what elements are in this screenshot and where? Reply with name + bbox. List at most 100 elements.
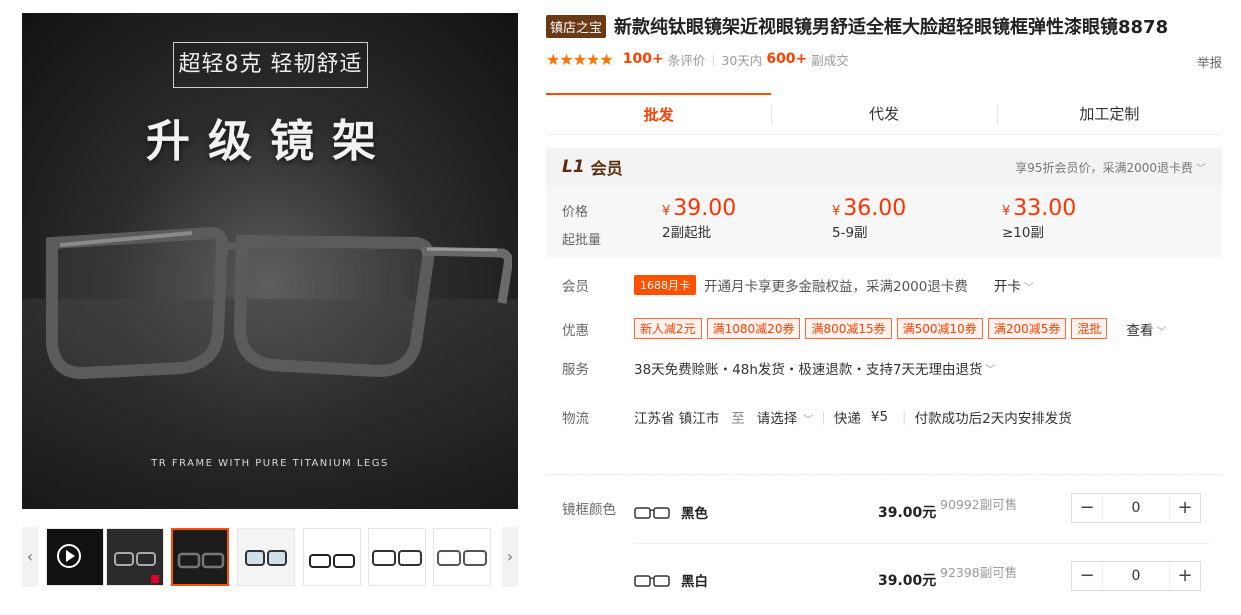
tier-price-value: 39.00 [673, 196, 737, 221]
coupon[interactable]: 混批 [1071, 318, 1108, 339]
thumbnail-5[interactable] [303, 528, 361, 586]
thumbnail-3[interactable] [171, 528, 229, 586]
price-tier-3: ¥33.00 ≥10副 [1002, 196, 1076, 241]
member-level: L1 [562, 157, 585, 177]
quantity-input[interactable]: 0 [1102, 562, 1170, 590]
coupon[interactable]: 满500减10券 [896, 318, 983, 339]
glasses-thumb-icon [309, 554, 355, 568]
quantity-input[interactable]: 0 [1102, 494, 1170, 522]
service-row[interactable]: 38天免费赊账・48h发货・极速退款・支持7天无理由退货 ﹀ [634, 358, 996, 378]
chevron-down-icon: ﹀ [985, 364, 996, 376]
tier-price: ¥33.00 [1002, 196, 1076, 221]
tier-qty: 2副起批 [662, 225, 712, 241]
thumb-prev-button[interactable]: ‹ [22, 527, 38, 587]
sku-divider [634, 543, 1210, 544]
plus-button[interactable]: + [1170, 494, 1200, 522]
tab-dropship[interactable]: 代发 [771, 93, 997, 134]
discount-row-label: 优惠 [562, 323, 589, 339]
deal-period: 30天内 [721, 52, 763, 68]
thumbnail-video[interactable] [46, 528, 104, 586]
member-tip[interactable]: 享95折会员价，采满2000退卡费 ﹀ [1015, 159, 1206, 176]
coupon[interactable]: 新人减2元 [634, 318, 702, 339]
deal-count: 600+ [766, 51, 808, 67]
divider: | [902, 409, 907, 425]
sku-row: 黑白 39.00元 92398副可售 − 0 + [634, 561, 1210, 615]
membership-row: 1688月卡 开通月卡享更多金融权益，采满2000退卡费 开卡 ﹀ [634, 275, 1034, 295]
chevron-down-icon: ﹀ [803, 415, 814, 426]
review-count[interactable]: 100+ [623, 51, 664, 67]
thumb-next-button[interactable]: › [502, 527, 518, 587]
service-text: 38天免费赊账・48h发货・极速退款・支持7天无理由退货 [634, 362, 983, 378]
store-badge: 镇店之宝 [546, 14, 607, 38]
product-page: 超轻8克 轻韧舒适 升级镜架 TR FRAME WITH PURE TITANI… [0, 0, 1241, 615]
open-card-link[interactable]: 开卡 ﹀ [994, 275, 1034, 295]
thumbnail-7[interactable] [433, 528, 491, 586]
thumbnail-4[interactable] [237, 528, 295, 586]
image-headline: 升级镜架 [146, 116, 394, 167]
coupon[interactable]: 满800减15券 [805, 318, 892, 339]
tier-qty: 5-9副 [832, 225, 868, 241]
member-label: 会员 [590, 159, 623, 178]
product-title: 新款纯钛眼镜架近视眼镜男舒适全框大脸超轻眼镜框弹性漆眼镜8878 [614, 17, 1169, 38]
shipping-fee: ¥5 [870, 409, 889, 425]
service-row-label: 服务 [562, 362, 589, 378]
glasses-thumb-icon[interactable] [634, 570, 670, 596]
divider: | [821, 409, 826, 425]
view-coupons-link[interactable]: 查看 ﹀ [1126, 319, 1166, 339]
image-tagline: 超轻8克 轻韧舒适 [173, 42, 368, 88]
report-link[interactable]: 举报 [1197, 52, 1222, 71]
shipping-to: 至 [731, 411, 745, 427]
review-label[interactable]: 条评价 [668, 50, 706, 69]
chevron-down-icon: ﹀ [1196, 163, 1206, 175]
play-icon [57, 544, 81, 568]
sku-price: 39.00元 [878, 573, 937, 589]
tier-price-value: 36.00 [843, 196, 907, 221]
member-bar: L1 会员 享95折会员价，采满2000退卡费 ﹀ [546, 148, 1222, 186]
destination-select[interactable]: 请选择 ﹀ [757, 407, 814, 427]
glasses-thumb-icon [245, 550, 287, 566]
purchase-tabs: 批发 代发 加工定制 [546, 93, 1222, 135]
tier-price: ¥39.00 [662, 196, 736, 221]
price-tier-2: ¥36.00 5-9副 [832, 196, 906, 241]
thumbnail-2[interactable] [106, 528, 164, 586]
thumbnail-6[interactable] [368, 528, 426, 586]
view-coupons-text: 查看 [1126, 322, 1154, 339]
coupon[interactable]: 满1080减20券 [706, 318, 801, 339]
shipping-method: 快递 [833, 411, 861, 427]
shipping-note: 付款成功后2天内安排发货 [914, 411, 1072, 427]
currency-symbol: ¥ [832, 204, 841, 219]
price-tiers: 价格 起批量 ¥39.00 2副起批 ¥36.00 5-9副 ¥33.00 ≥1… [546, 186, 1222, 258]
discount-row: 新人减2元 满1080减20券 满800减15券 满500减10券 满200减5… [634, 318, 1166, 339]
shipping-row-label: 物流 [562, 411, 589, 427]
destination-text: 请选择 [756, 411, 798, 427]
sku-stock: 90992副可售 [940, 497, 1018, 512]
coupon[interactable]: 满200减5券 [987, 318, 1067, 339]
quantity-stepper: − 0 + [1071, 493, 1201, 523]
glasses-thumb-icon [437, 550, 487, 566]
currency-symbol: ¥ [1002, 204, 1011, 219]
sku-price: 39.00元 [878, 505, 937, 521]
membership-row-label: 会员 [562, 279, 589, 295]
plus-button[interactable]: + [1170, 562, 1200, 590]
membership-text: 开通月卡享更多金融权益，采满2000退卡费 [704, 279, 968, 295]
shipping-row: 江苏省 镇江市 至 请选择 ﹀ | 快递 ¥5 | 付款成功后2天内安排发货 [634, 407, 1072, 427]
quantity-stepper: − 0 + [1071, 561, 1201, 591]
image-caption: TR FRAME WITH PURE TITANIUM LEGS [151, 458, 389, 469]
price-label: 价格 [562, 205, 589, 220]
minus-button[interactable]: − [1072, 494, 1102, 522]
title-row: 镇店之宝 新款纯钛眼镜架近视眼镜男舒适全框大脸超轻眼镜框弹性漆眼镜8878 [546, 13, 1168, 39]
chevron-down-icon: ﹀ [1023, 283, 1034, 294]
glasses-illustration [46, 226, 512, 380]
star-rating-icon: ★★★★★ [546, 49, 614, 69]
tier-price-value: 33.00 [1013, 196, 1077, 221]
sku-label: 镜框颜色 [562, 502, 616, 518]
sku-name: 黑白 [681, 574, 708, 590]
minus-button[interactable]: − [1072, 562, 1102, 590]
shipping-origin: 江苏省 镇江市 [634, 411, 720, 427]
deal-label: 副成交 [811, 52, 849, 68]
tab-wholesale[interactable]: 批发 [546, 93, 772, 134]
tab-custom[interactable]: 加工定制 [996, 93, 1222, 134]
glasses-thumb-icon[interactable] [634, 502, 670, 528]
chevron-down-icon: ﹀ [1156, 326, 1167, 338]
main-product-image[interactable]: 超轻8克 轻韧舒适 升级镜架 TR FRAME WITH PURE TITANI… [22, 13, 518, 509]
